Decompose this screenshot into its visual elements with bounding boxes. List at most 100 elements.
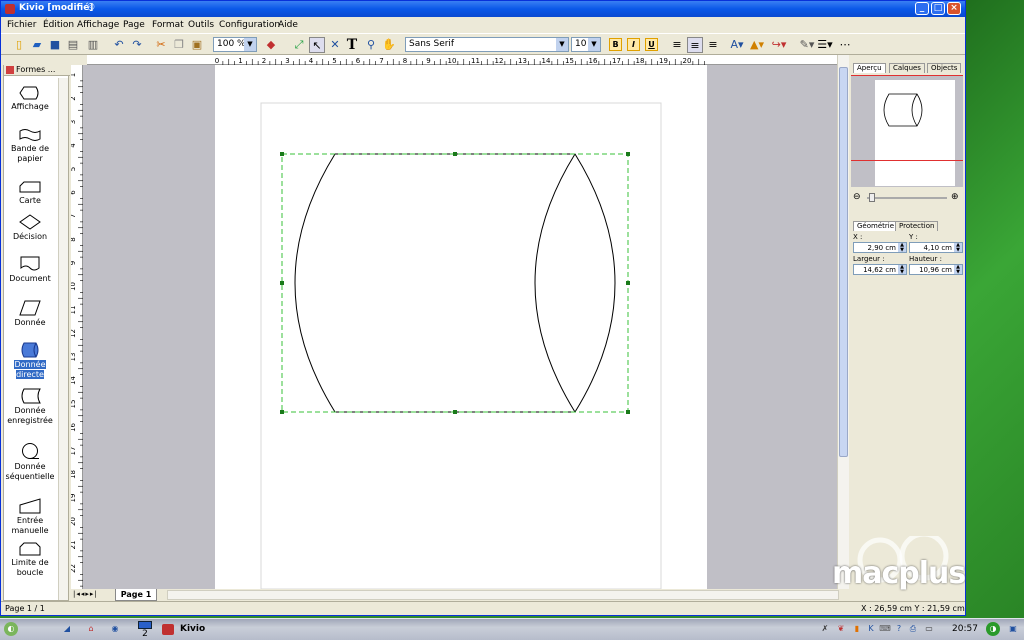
konqueror-icon[interactable]: ◉	[108, 622, 122, 636]
x-field[interactable]: 2,90 cm ▲ ▼	[853, 242, 907, 253]
logout-icon[interactable]: ◑	[986, 622, 1000, 636]
help-tray-icon[interactable]: ?	[892, 622, 906, 636]
spin-arrows-icon[interactable]: ▲ ▼	[954, 265, 962, 274]
shape-donnee-sequentielle[interactable]: Donnée séquentielle	[4, 442, 56, 481]
align-right-icon[interactable]: ≡	[705, 37, 721, 53]
width-field[interactable]: 14,62 cm ▲ ▼	[853, 264, 907, 275]
shape-affichage[interactable]: Affichage	[4, 86, 56, 112]
clock[interactable]: 20:57	[952, 621, 978, 638]
underline-button[interactable]: U	[645, 38, 658, 51]
line-pattern-icon[interactable]: ⋯▾	[837, 37, 853, 67]
menu-affichage[interactable]: Affichage	[77, 20, 119, 30]
align-center-icon[interactable]: ≡	[687, 37, 703, 53]
drawing-canvas[interactable]	[83, 65, 837, 589]
text-color-icon[interactable]: A▾	[729, 37, 745, 53]
display-tray-icon[interactable]: ▭	[922, 622, 936, 636]
zoom-slider[interactable]	[867, 197, 947, 199]
pager-desktop[interactable]: 2	[136, 621, 154, 639]
zoom-slider-thumb[interactable]	[869, 193, 875, 202]
shape-donnee-directe[interactable]: Donnée directe	[4, 342, 56, 379]
undo-icon[interactable]: ↶	[111, 37, 127, 53]
shape-donnee[interactable]: Donnée	[4, 300, 56, 328]
clipboard-tray-icon[interactable]: ▮	[850, 622, 864, 636]
tab-geometrie[interactable]: Géométrie	[853, 221, 899, 231]
horizontal-scrollbar[interactable]	[167, 590, 839, 600]
page-tab-1[interactable]: Page 1	[115, 589, 157, 601]
spin-arrows-icon[interactable]: ▲ ▼	[898, 243, 906, 252]
spin-arrows-icon[interactable]: ▲ ▼	[954, 243, 962, 252]
chevron-down-icon[interactable]: ▼	[588, 38, 600, 51]
stencil-tool-icon[interactable]: ✕	[327, 37, 343, 53]
open-file-icon[interactable]: ▰	[29, 37, 45, 53]
shape-donnee-enregistree[interactable]: Donnée enregistrée	[4, 388, 56, 425]
print-preview-icon[interactable]: ▥	[85, 37, 101, 53]
page-nav-arrows-icon[interactable]: |◂◂▸▸|	[73, 590, 98, 598]
chevron-down-icon[interactable]: ▼	[556, 38, 568, 51]
vertical-ruler[interactable]: 12345678910111213141516171819202122	[69, 65, 83, 589]
redo-icon[interactable]: ↷	[129, 37, 145, 53]
copy-icon[interactable]: ❐	[171, 37, 187, 53]
zoom-in-icon[interactable]: ⊕	[951, 192, 959, 202]
vertical-scroll-thumb[interactable]	[839, 67, 848, 457]
minimize-button[interactable]: _	[915, 2, 929, 15]
tab-apercu[interactable]: Aperçu	[853, 63, 886, 73]
select-tool-icon[interactable]: ↖	[309, 37, 325, 53]
shape-limite-de-boucle[interactable]: Limite de boucle	[4, 542, 56, 577]
print-icon[interactable]: ▤	[65, 37, 81, 53]
home-icon[interactable]: ⌂	[84, 622, 98, 636]
desktop-icon[interactable]: ◢	[60, 622, 74, 636]
title-bar[interactable]: Kivio [modifié] ◎ _ □ ×	[1, 1, 965, 17]
shape-decision[interactable]: Décision	[4, 214, 56, 242]
tab-objects[interactable]: Objects	[927, 63, 962, 73]
network-tray-icon[interactable]: ❦	[834, 622, 848, 636]
text-tool-icon[interactable]: T	[344, 37, 360, 53]
taskbar-kivio[interactable]: Kivio	[160, 621, 260, 638]
kde-tray-icon[interactable]: K	[864, 622, 878, 636]
zoom-combo[interactable]: 100 % ▼	[213, 37, 257, 52]
horizontal-ruler[interactable]: 0 1 2 3 4 5 6 7 8 9 10 11 12 13 14 15 16 17 18 19 20	[87, 55, 837, 65]
kde-menu-icon[interactable]: ◐	[4, 622, 18, 636]
chevron-down-icon[interactable]: ▼	[244, 38, 256, 51]
keyboard-tray-icon[interactable]: ⌨	[878, 622, 892, 636]
line-style-icon[interactable]: ☰▾	[817, 37, 833, 53]
font-size-combo[interactable]: 10 ▼	[571, 37, 601, 52]
kivio-app-icon[interactable]	[5, 4, 15, 14]
menu-page[interactable]: Page	[123, 20, 145, 30]
vertical-scrollbar[interactable]	[837, 55, 849, 589]
fill-color-icon[interactable]: ▲▾	[749, 37, 765, 53]
menu-edition[interactable]: Édition	[43, 20, 74, 30]
tools-tray-icon[interactable]: ✗	[818, 622, 832, 636]
sticky-icon[interactable]: ◎	[87, 2, 95, 12]
shape-document[interactable]: Document	[4, 256, 56, 284]
shape-entree-manuelle[interactable]: Entrée manuelle	[4, 498, 56, 535]
page-preview[interactable]	[851, 75, 963, 187]
save-icon[interactable]: ■	[47, 37, 63, 53]
shape-bande-de-papier[interactable]: Bande de papier	[4, 128, 56, 163]
cut-icon[interactable]: ✂	[153, 37, 169, 53]
spin-arrows-icon[interactable]: ▲ ▼	[898, 265, 906, 274]
line-color-icon[interactable]: ↪▾	[771, 37, 787, 53]
font-combo[interactable]: Sans Serif ▼	[405, 37, 569, 52]
maximize-button[interactable]: □	[931, 2, 945, 15]
height-field[interactable]: 10,96 cm ▲ ▼	[909, 264, 963, 275]
tab-protection[interactable]: Protection	[895, 221, 939, 231]
shape-carte[interactable]: Carte	[4, 180, 56, 206]
printer-tray-icon[interactable]: ⎙	[906, 622, 920, 636]
bold-button[interactable]: B	[609, 38, 622, 51]
shape-style-icon[interactable]: ◆	[263, 37, 279, 53]
new-file-icon[interactable]: ▯	[11, 37, 27, 53]
italic-button[interactable]: I	[627, 38, 640, 51]
menu-format[interactable]: Format	[152, 20, 184, 30]
align-left-icon[interactable]: ≡	[669, 37, 685, 53]
y-field[interactable]: 4,10 cm ▲ ▼	[909, 242, 963, 253]
zoom-out-icon[interactable]: ⊖	[853, 192, 861, 202]
menu-configuration[interactable]: Configuration	[219, 20, 280, 30]
pan-tool-icon[interactable]: ✋	[381, 37, 397, 53]
menu-fichier[interactable]: Fichier	[7, 20, 36, 30]
lock-screen-icon[interactable]: ▣	[1006, 622, 1020, 636]
shapes-scrollbar[interactable]	[58, 78, 68, 600]
tab-calques[interactable]: Calques	[889, 63, 925, 73]
paste-icon[interactable]: ▣	[189, 37, 205, 53]
shapes-tab[interactable]: Formes ...	[4, 64, 70, 76]
zoom-tool-icon[interactable]: ⚲	[363, 37, 379, 53]
